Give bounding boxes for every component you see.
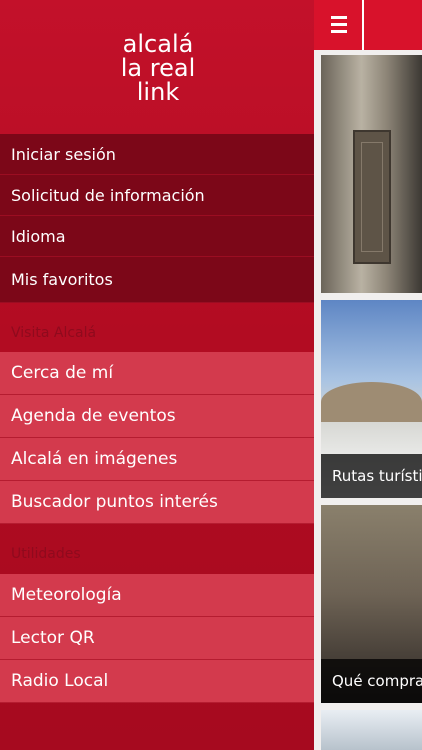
menu-item-favorites[interactable]: Mis favoritos (0, 257, 314, 303)
utilities-menu: Meteorología Lector QR Radio Local (0, 574, 314, 703)
alcala-la-real-link-logo: alcalá la real link (106, 30, 210, 106)
door-image (353, 130, 391, 264)
menu-item-weather[interactable]: Meteorología (0, 574, 314, 617)
menu-item-qr-reader[interactable]: Lector QR (0, 617, 314, 660)
tile-monument-door[interactable] (321, 55, 422, 293)
content-column: Rutas turísti Qué compra (314, 50, 422, 750)
menu-item-language[interactable]: Idioma (0, 216, 314, 257)
menu-item-events[interactable]: Agenda de eventos (0, 395, 314, 438)
menu-item-login[interactable]: Iniciar sesión (0, 134, 314, 175)
castle-hill-image (321, 382, 422, 422)
tile-caption: Rutas turísti (321, 454, 422, 498)
account-menu: Iniciar sesión Solicitud de información … (0, 134, 314, 303)
menu-item-poi-search[interactable]: Buscador puntos interés (0, 481, 314, 524)
logo-line3: link (137, 78, 180, 106)
tile-caption: Qué compra (321, 659, 422, 703)
hamburger-menu-icon[interactable] (314, 0, 362, 50)
top-bar-fill (364, 0, 422, 50)
top-bar (314, 0, 422, 50)
menu-item-info-request[interactable]: Solicitud de información (0, 175, 314, 216)
menu-item-near-me[interactable]: Cerca de mí (0, 352, 314, 395)
section-heading-visit: Visita Alcalá (11, 325, 97, 341)
section-heading-utilities: Utilidades (11, 546, 81, 562)
menu-item-images[interactable]: Alcalá en imágenes (0, 438, 314, 481)
visit-menu: Cerca de mí Agenda de eventos Alcalá en … (0, 352, 314, 524)
tile-shopping[interactable]: Qué compra (321, 505, 422, 703)
side-drawer: alcalá la real link Iniciar sesión Solic… (0, 0, 314, 750)
menu-item-local-radio[interactable]: Radio Local (0, 660, 314, 703)
tile-next[interactable] (321, 710, 422, 750)
tile-tourist-routes[interactable]: Rutas turísti (321, 300, 422, 498)
